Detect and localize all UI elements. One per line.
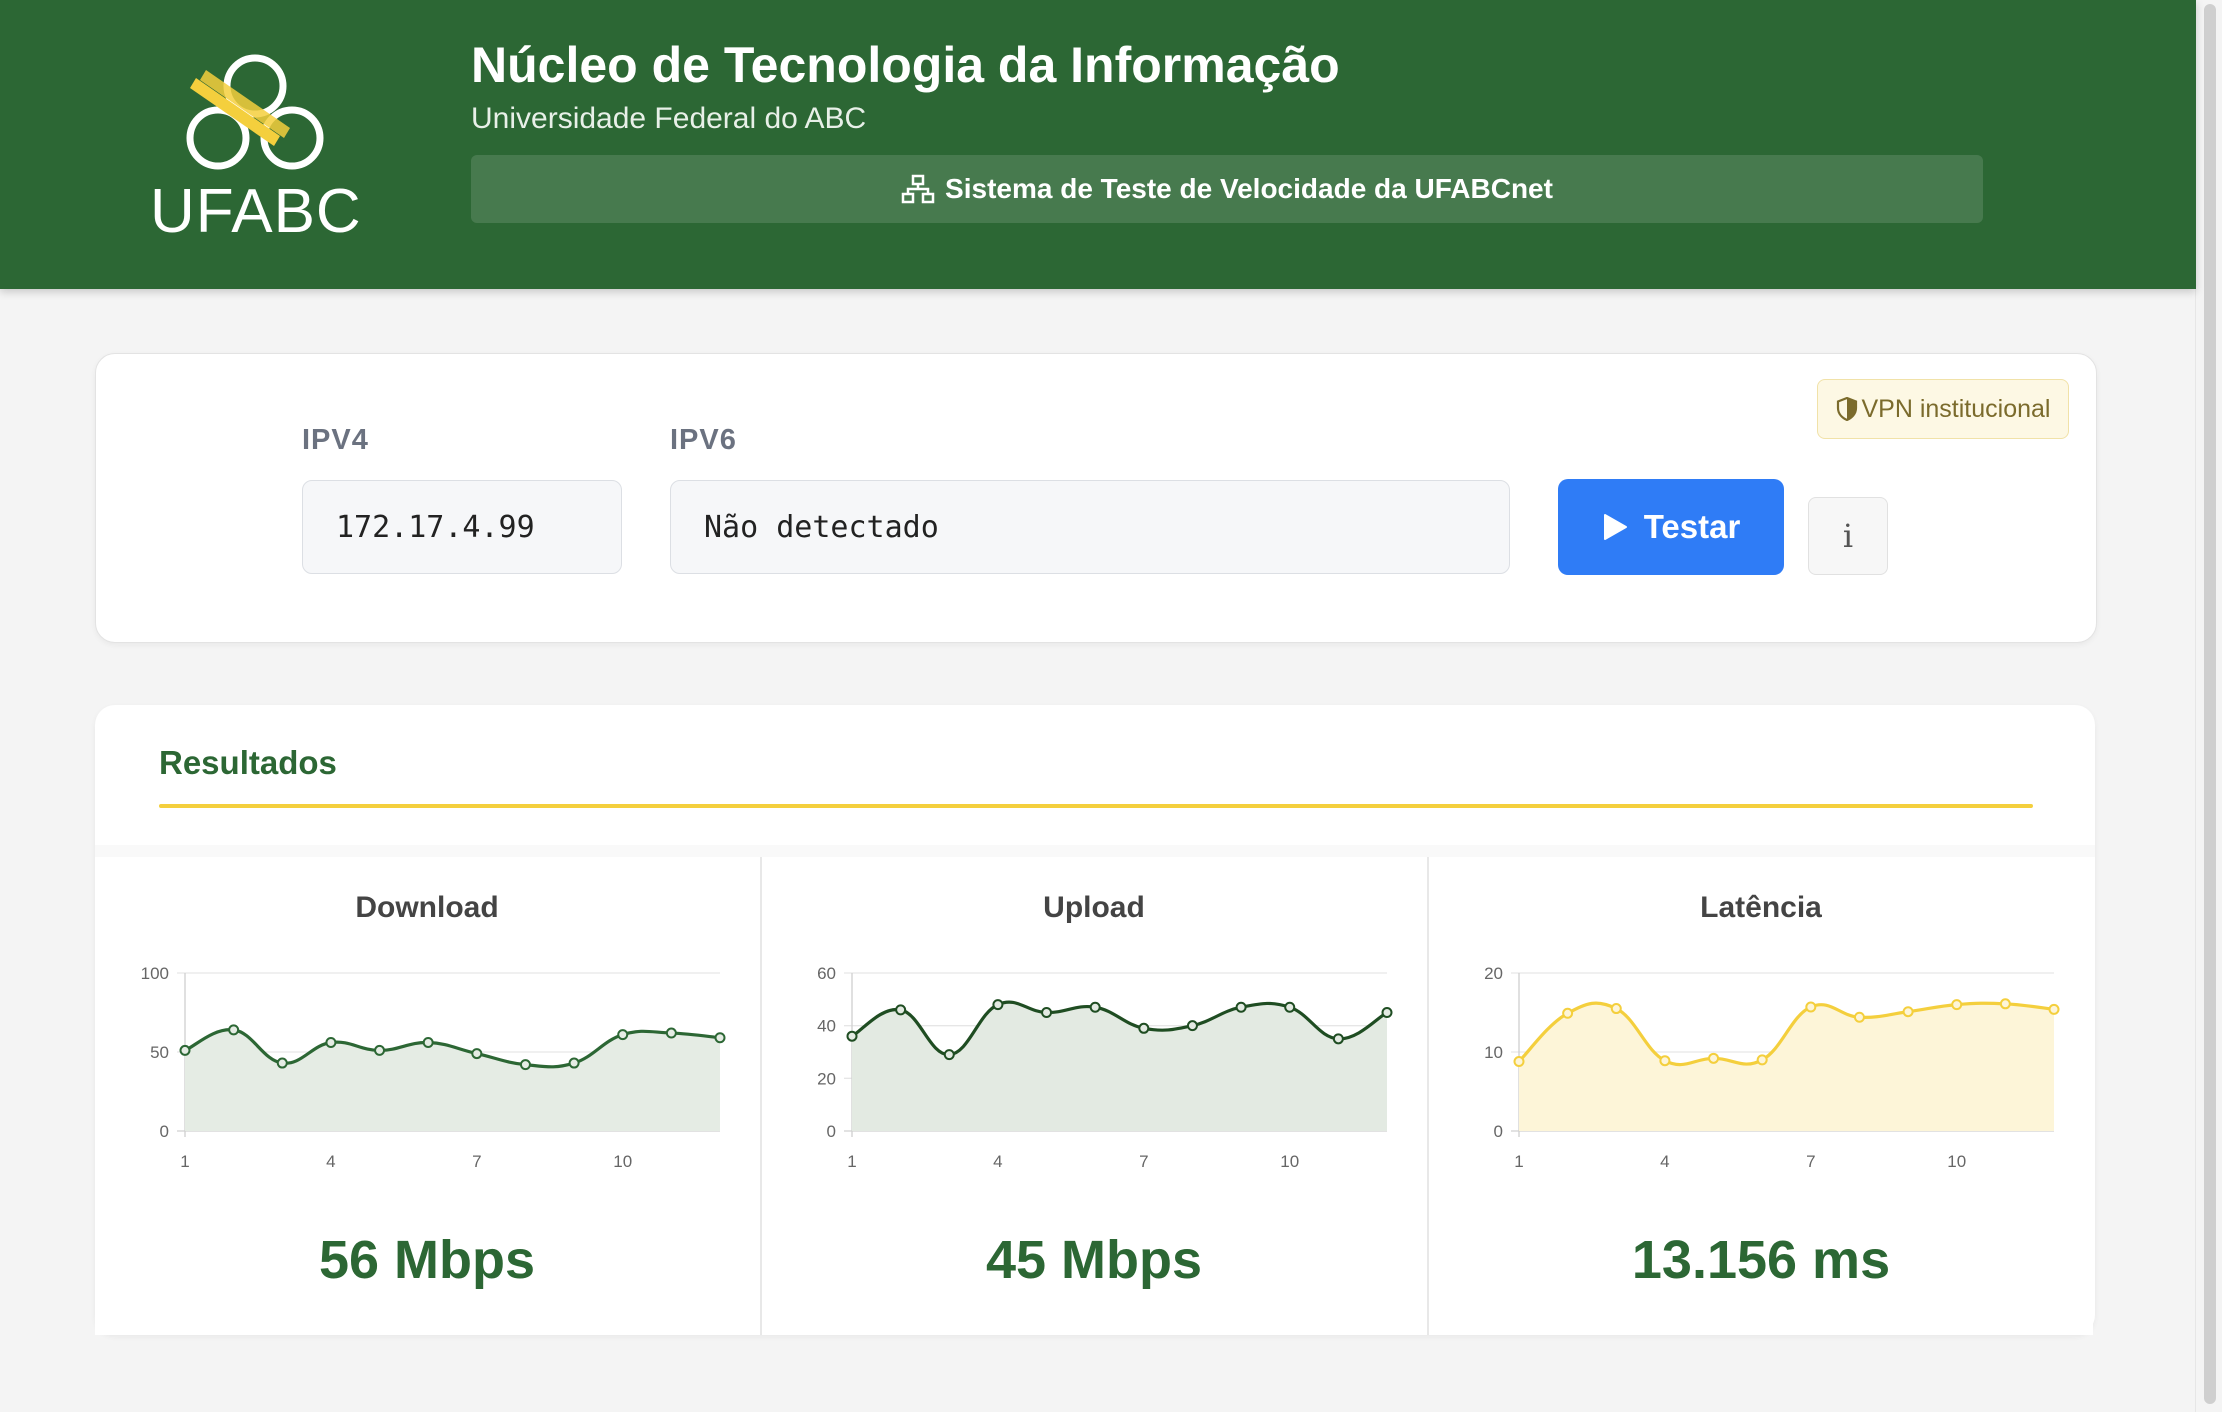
latency-chart: 0 10 20 1 4 7 10 [1484,967,2060,1171]
data-point [422,1037,434,1049]
data-point [992,999,1004,1011]
x-tick-label: 4 [326,1152,335,1171]
latency-title: Latência [1700,891,1822,924]
data-point [1235,1001,1247,1013]
download-title: Download [355,891,499,924]
results-band [95,845,2095,857]
y-tick-label: 100 [141,967,169,983]
data-point [1756,1054,1768,1066]
ufabc-logo-mark [186,54,324,170]
latency-panel: Latência 0 10 20 1 4 7 10 13.156 ms [1429,857,2093,1335]
data-point [1902,1006,1914,1018]
data-point [1332,1033,1344,1045]
x-tick-label: 10 [1280,1152,1299,1171]
x-tick-label: 7 [472,1152,481,1171]
data-point [471,1048,483,1060]
y-tick-label: 40 [817,1017,836,1036]
data-point [665,1027,677,1039]
series-area [1519,1003,2054,1131]
data-point [846,1030,858,1042]
vpn-badge-label: VPN institucional [1861,394,2051,423]
y-tick-label: 50 [150,1043,169,1062]
y-tick-label: 20 [817,1069,836,1088]
x-tick-label: 7 [1806,1152,1815,1171]
data-point [1284,1001,1296,1013]
upload-panel: Upload 0 20 40 60 1 4 7 10 45 Mbps [762,857,1426,1335]
x-tick-label: 1 [180,1152,189,1171]
data-point [519,1059,531,1071]
y-tick-label: 10 [1484,1043,1503,1062]
data-point [1951,999,1963,1011]
data-point [714,1032,726,1044]
results-title: Resultados [159,744,337,781]
data-point [374,1044,386,1056]
info-button[interactable]: i [1808,497,1888,575]
data-point [895,1004,907,1016]
data-point [943,1049,955,1061]
data-point [1805,1001,1817,1013]
y-tick-label: 0 [827,1122,836,1141]
page-header: UFABC Núcleo de Tecnologia da Informação… [0,0,2196,289]
latency-value: 13.156 ms [1631,1230,1891,1290]
x-tick-label: 7 [1139,1152,1148,1171]
download-panel: Download 0 50 100 1 4 7 10 56 Mbps [95,857,759,1335]
data-point [617,1029,629,1041]
ipv4-field[interactable]: 172.17.4.99 [302,480,622,574]
x-tick-label: 10 [613,1152,632,1171]
data-point [325,1037,337,1049]
data-point [1513,1055,1525,1067]
data-point [1659,1055,1671,1067]
x-tick-label: 1 [1514,1152,1523,1171]
data-point [1381,1007,1393,1018]
ipv4-label: IPV4 [302,424,369,456]
data-point [1853,1011,1865,1023]
data-point [1708,1052,1720,1064]
data-point [1999,998,2011,1010]
download-chart: 0 50 100 1 4 7 10 [141,967,726,1171]
ufabc-logo[interactable]: UFABC [150,48,362,248]
series-area [852,1002,1387,1131]
data-point [228,1024,240,1036]
info-icon: i [1842,517,1854,555]
page-title: Núcleo de Tecnologia da Informação [471,37,1340,93]
x-tick-label: 4 [993,1152,1002,1171]
data-point [1041,1007,1053,1018]
vpn-badge: VPN institucional [1817,379,2069,439]
upload-title: Upload [1043,891,1145,924]
banner-text: Sistema de Teste de Velocidade da UFABCn… [945,173,1553,204]
logo-text: UFABC [150,177,362,246]
data-point [276,1057,288,1069]
system-banner: Sistema de Teste de Velocidade da UFABCn… [471,155,1983,223]
test-button[interactable]: Testar [1558,479,1784,575]
data-point [179,1044,191,1056]
data-point [2048,1003,2060,1015]
y-tick-label: 20 [1484,967,1503,983]
series-area [185,1029,720,1131]
data-point [1562,1007,1574,1019]
shield-icon [1836,397,1857,421]
ipv6-field[interactable]: Não detectado [670,480,1510,574]
x-tick-label: 1 [847,1152,856,1171]
ipv6-label: IPV6 [670,424,737,456]
y-tick-label: 60 [817,967,836,983]
data-point [1089,1001,1101,1013]
y-tick-label: 0 [160,1122,169,1141]
download-value: 56 Mbps [318,1230,536,1290]
data-point [1138,1022,1150,1034]
upload-chart: 0 20 40 60 1 4 7 10 [817,967,1393,1171]
scrollbar-thumb[interactable] [2204,4,2216,1404]
y-tick-label: 0 [1494,1122,1503,1141]
data-point [568,1057,580,1069]
upload-value: 45 Mbps [985,1230,1203,1290]
data-point [1610,1003,1622,1015]
play-icon [1603,514,1627,540]
data-point [1186,1020,1198,1032]
test-button-label: Testar [1643,508,1741,545]
x-tick-label: 10 [1947,1152,1966,1171]
x-tick-label: 4 [1660,1152,1669,1171]
network-icon [901,174,935,204]
scrollbar[interactable] [2195,0,2222,1412]
page-subtitle: Universidade Federal do ABC [471,102,867,135]
results-divider [159,804,2033,808]
